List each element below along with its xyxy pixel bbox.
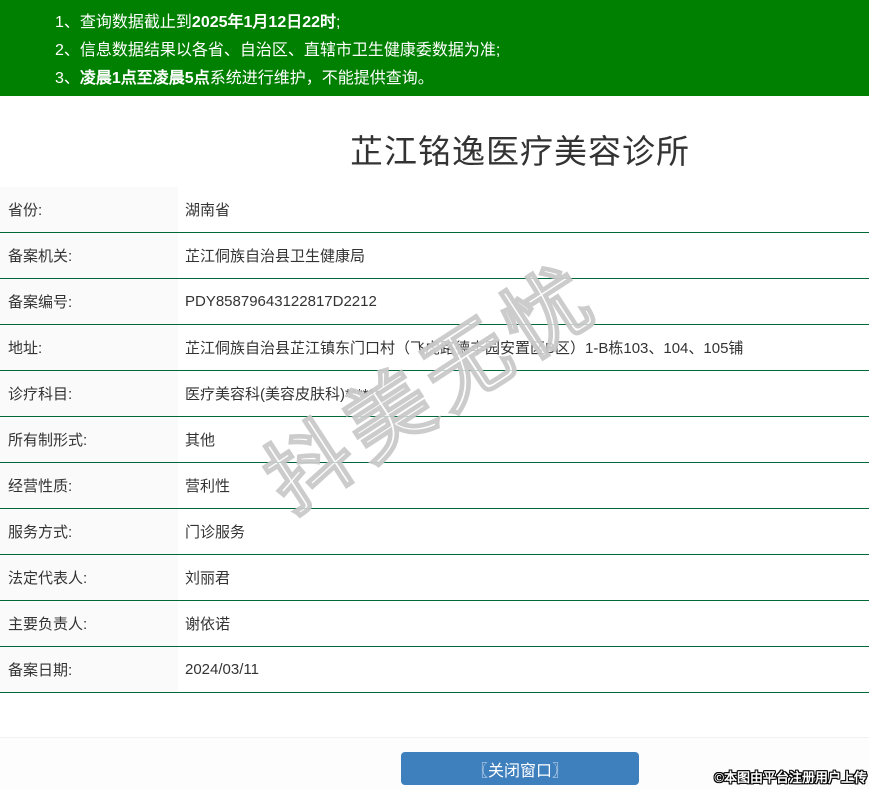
field-label: 服务方式: <box>0 509 178 554</box>
table-row: 备案编号: PDY85879643122817D2212 <box>0 279 869 325</box>
field-label: 所有制形式: <box>0 417 178 462</box>
field-label: 法定代表人: <box>0 555 178 600</box>
table-row: 省份: 湖南省 <box>0 187 869 233</box>
field-label: 备案机关: <box>0 233 178 278</box>
field-value: 谢依诺 <box>185 616 231 633</box>
table-row: 备案日期: 2024/03/11 <box>0 647 869 693</box>
page: 1、查询数据截止到2025年1月12日22时; 2、信息数据结果以各省、自治区、直… <box>0 0 869 789</box>
notice-segment: 查询数据截止到 <box>79 14 192 31</box>
table-row: 主要负责人: 谢依诺 <box>0 601 869 647</box>
field-value: PDY85879643122817D2212 <box>185 293 377 310</box>
notice-segment: 系统进行维护，不能提供查询。 <box>209 70 434 87</box>
field-label: 备案日期: <box>0 647 178 692</box>
notice-line-3: 3、凌晨1点至凌晨5点系统进行维护，不能提供查询。 <box>55 65 869 93</box>
field-value: 医疗美容科(美容皮肤科)****** <box>185 386 381 403</box>
field-value: 芷江侗族自治县芷江镇东门口村（飞虎路德丰园安置区B区）1-B栋103、104、1… <box>185 340 744 357</box>
field-value: 芷江侗族自治县卫生健康局 <box>185 248 366 265</box>
field-label: 备案编号: <box>0 279 178 324</box>
field-label: 省份: <box>0 187 178 232</box>
field-value: 营利性 <box>185 478 231 495</box>
table-row: 诊疗科目: 医疗美容科(美容皮肤科)****** <box>0 371 869 417</box>
table-row: 所有制形式: 其他 <box>0 417 869 463</box>
notice-segment: 信息数据结果以各省、自治区、直辖市卫生健康委数据为准; <box>79 42 501 59</box>
table-row: 服务方式: 门诊服务 <box>0 509 869 555</box>
field-value: 湖南省 <box>185 202 231 219</box>
table-row: 法定代表人: 刘丽君 <box>0 555 869 601</box>
field-value: 门诊服务 <box>185 524 246 541</box>
notice-segment: 3、 <box>55 70 80 87</box>
field-label: 经营性质: <box>0 463 178 508</box>
info-table: 省份: 湖南省 备案机关: 芷江侗族自治县卫生健康局 备案编号: PDY858796431… <box>0 187 869 693</box>
notice-segment: ; <box>336 14 341 31</box>
table-row: 备案机关: 芷江侗族自治县卫生健康局 <box>0 233 869 279</box>
notice-banner: 1、查询数据截止到2025年1月12日22时; 2、信息数据结果以各省、自治区、直… <box>0 0 869 96</box>
field-value: 2024/03/11 <box>185 661 259 678</box>
copyright-label: ©本图由平台注册用户上传 <box>714 770 867 785</box>
content-container: 1、查询数据截止到2025年1月12日22时; 2、信息数据结果以各省、自治区、直… <box>0 0 869 785</box>
close-window-button[interactable]: 〖关闭窗口〗 <box>401 752 639 785</box>
field-value: 其他 <box>185 432 216 449</box>
page-title: 芷江铭逸医疗美容诊所 <box>350 132 690 170</box>
table-row: 地址: 芷江侗族自治县芷江镇东门口村（飞虎路德丰园安置区B区）1-B栋103、10… <box>0 325 869 371</box>
field-label: 诊疗科目: <box>0 371 178 416</box>
notice-segment: 1、 <box>55 14 80 31</box>
notice-bold-segment: 凌晨1点至凌晨5点 <box>79 70 210 87</box>
title-row: 芷江铭逸医疗美容诊所 <box>0 96 869 187</box>
field-label: 主要负责人: <box>0 601 178 646</box>
table-row: 经营性质: 营利性 <box>0 463 869 509</box>
notice-bold-segment: 2025年1月12日22时 <box>191 14 337 31</box>
notice-segment: 2、 <box>55 42 80 59</box>
field-value: 刘丽君 <box>185 570 231 587</box>
notice-line-1: 1、查询数据截止到2025年1月12日22时; <box>55 9 869 37</box>
field-label: 地址: <box>0 325 178 370</box>
notice-line-2: 2、信息数据结果以各省、自治区、直辖市卫生健康委数据为准; <box>55 37 869 65</box>
